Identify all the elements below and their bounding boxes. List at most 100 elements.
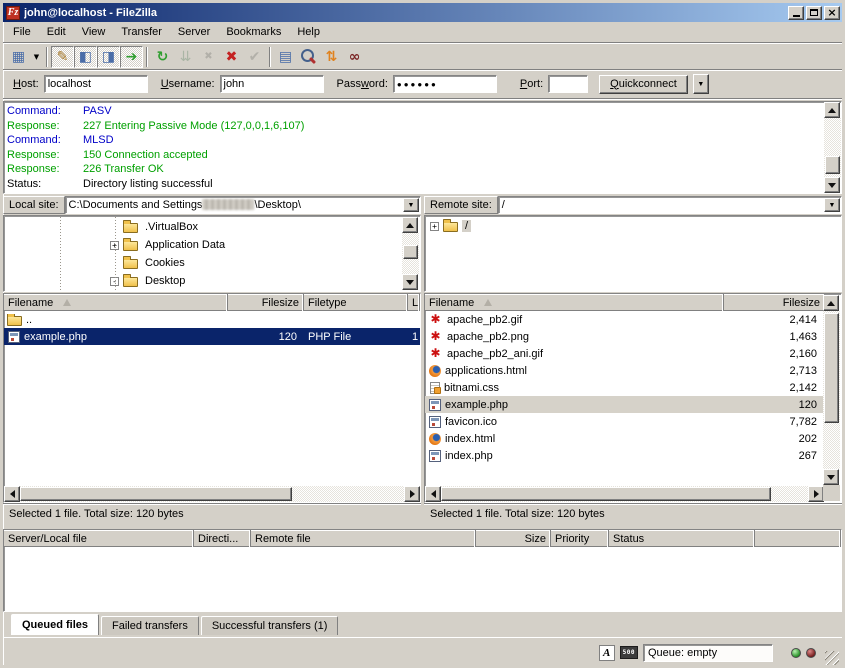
sync-browsing-icon[interactable]	[320, 46, 343, 68]
queue-tab[interactable]: Successful transfers (1)	[201, 616, 339, 635]
queue-body[interactable]	[4, 547, 841, 611]
column-header-filename[interactable]: Filename	[4, 294, 228, 311]
file-row[interactable]: index.php 267	[425, 447, 824, 464]
tree-item[interactable]: + Application Data	[5, 236, 402, 254]
column-header-filesize[interactable]: Filesize	[724, 294, 824, 311]
port-input[interactable]	[548, 75, 588, 93]
menu-item[interactable]: Transfer	[113, 24, 170, 40]
scroll-left-icon[interactable]	[425, 486, 441, 502]
local-site-dropdown-icon[interactable]: ▼	[403, 198, 419, 212]
scroll-down-icon[interactable]	[823, 469, 839, 485]
scroll-up-icon[interactable]	[824, 102, 840, 118]
scrollbar-thumb[interactable]	[403, 245, 418, 259]
find-files-icon[interactable]	[343, 46, 366, 68]
menu-item[interactable]: Server	[170, 24, 218, 40]
site-manager-icon[interactable]	[7, 46, 30, 68]
minimize-button[interactable]	[788, 6, 804, 20]
scrollbar-thumb[interactable]	[825, 156, 840, 174]
menu-item[interactable]: File	[5, 24, 39, 40]
menu-item[interactable]: Edit	[39, 24, 74, 40]
file-row[interactable]: apache_pb2.gif 2,414	[425, 311, 824, 328]
remote-tree[interactable]: + /	[424, 215, 842, 292]
menu-item[interactable]: Help	[289, 24, 328, 40]
reconnect-icon[interactable]	[243, 46, 266, 68]
queue-tab[interactable]: Failed transfers	[101, 616, 199, 635]
file-row[interactable]: apache_pb2.png 1,463	[425, 328, 824, 345]
quickconnect-button[interactable]: Quickconnect	[599, 75, 688, 94]
maximize-button[interactable]	[806, 6, 822, 20]
tree-item[interactable]: Cookies	[5, 254, 402, 272]
toggle-message-log-icon[interactable]	[51, 46, 74, 68]
local-site-label: Local site:	[3, 196, 65, 214]
column-header-direction[interactable]: Directi...	[194, 530, 251, 547]
scroll-right-icon[interactable]	[404, 486, 420, 502]
scrollbar-thumb[interactable]	[441, 487, 771, 501]
disconnect-icon[interactable]	[220, 46, 243, 68]
resize-grip[interactable]	[825, 651, 839, 665]
column-header-filesize[interactable]: Filesize	[228, 294, 304, 311]
file-row[interactable]: bitnami.css 2,142	[425, 379, 824, 396]
menu-item[interactable]: Bookmarks	[218, 24, 289, 40]
close-button[interactable]: ×	[824, 6, 840, 20]
host-input[interactable]: localhost	[44, 75, 148, 93]
scroll-down-icon[interactable]	[824, 177, 840, 193]
password-input[interactable]: ●●●●●●	[393, 75, 497, 93]
scroll-up-icon[interactable]	[823, 295, 839, 311]
speed-limit-icon: 500	[620, 646, 638, 659]
local-hscrollbar[interactable]	[4, 486, 420, 502]
username-input[interactable]: john	[220, 75, 324, 93]
column-header-remote-file[interactable]: Remote file	[251, 530, 476, 547]
cancel-operation-icon[interactable]	[197, 46, 220, 68]
tree-item[interactable]: + /	[425, 216, 841, 234]
file-row[interactable]: apache_pb2_ani.gif 2,160	[425, 345, 824, 362]
scroll-down-icon[interactable]	[402, 274, 418, 290]
local-site-combo[interactable]: C:\Documents and Settings\Desktop\ ▼	[65, 196, 421, 214]
remote-site-label: Remote site:	[424, 196, 498, 214]
file-row[interactable]: applications.html 2,713	[425, 362, 824, 379]
column-header-status[interactable]: Status	[609, 530, 755, 547]
tree-item[interactable]: .VirtualBox	[5, 218, 402, 236]
refresh-icon[interactable]	[151, 46, 174, 68]
column-header-filetype[interactable]: Filetype	[304, 294, 408, 311]
local-path: C:\Documents and Settings\Desktop\	[66, 198, 402, 212]
toggle-remote-treeview-icon[interactable]	[97, 46, 120, 68]
file-row[interactable]: favicon.ico 7,782	[425, 413, 824, 430]
title-bar[interactable]: Fz john@localhost - FileZilla ×	[3, 3, 842, 22]
toggle-local-treeview-icon[interactable]	[74, 46, 97, 68]
remote-site-dropdown-icon[interactable]: ▼	[824, 198, 840, 212]
log-line: Response:150 Connection accepted	[7, 148, 821, 163]
remote-vscrollbar[interactable]	[823, 295, 840, 485]
file-row[interactable]: example.php 120 PHP File 1	[4, 328, 420, 345]
file-row[interactable]: index.html 202	[425, 430, 824, 447]
local-tree-scrollbar[interactable]	[402, 217, 419, 290]
search-icon[interactable]	[297, 46, 320, 68]
tree-expander-icon[interactable]: +	[430, 222, 439, 231]
site-manager-dropdown-icon[interactable]	[30, 46, 43, 68]
menu-item[interactable]: View	[74, 24, 114, 40]
quickconnect-bar: Host: localhost Username: john Password:…	[3, 71, 842, 97]
quickconnect-dropdown-button[interactable]: ▼	[693, 74, 709, 94]
file-row[interactable]: ..	[4, 311, 420, 328]
log-line: Response:226 Transfer OK	[7, 162, 821, 177]
remote-path: /	[499, 198, 823, 212]
remote-hscrollbar[interactable]	[425, 486, 824, 502]
local-tree[interactable]: .VirtualBox + Application Data Cookies -…	[3, 215, 421, 292]
remote-site-combo[interactable]: / ▼	[498, 196, 842, 214]
scroll-up-icon[interactable]	[402, 217, 418, 233]
column-header-priority[interactable]: Priority	[551, 530, 609, 547]
scroll-left-icon[interactable]	[4, 486, 20, 502]
column-header-size[interactable]: Size	[476, 530, 551, 547]
toggle-transfer-queue-icon[interactable]	[120, 46, 143, 68]
queue-tab[interactable]: Queued files	[11, 614, 99, 635]
scroll-right-icon[interactable]	[808, 486, 824, 502]
filter-icon[interactable]	[274, 46, 297, 68]
log-scrollbar[interactable]	[824, 102, 841, 193]
scrollbar-thumb[interactable]	[20, 487, 292, 501]
file-row[interactable]: example.php 120	[425, 396, 824, 413]
column-header-lastmodified[interactable]: L	[408, 294, 420, 311]
process-queue-icon[interactable]	[174, 46, 197, 68]
scrollbar-thumb[interactable]	[824, 313, 839, 423]
tree-item[interactable]: - Desktop	[5, 272, 402, 290]
column-header-filename[interactable]: Filename	[425, 294, 724, 311]
column-header-server-local-file[interactable]: Server/Local file	[4, 530, 194, 547]
